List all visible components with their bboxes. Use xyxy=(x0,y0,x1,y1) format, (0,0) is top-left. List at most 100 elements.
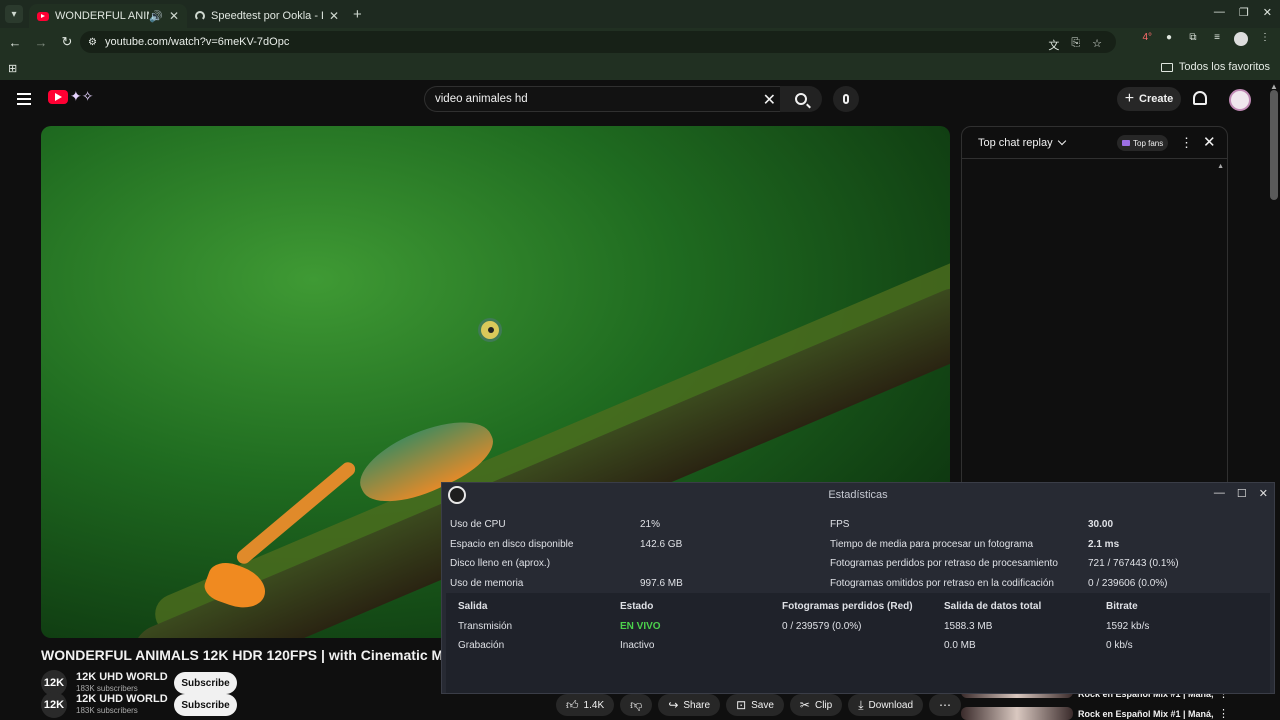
tab-title: Speedtest por Ookla - La xyxy=(211,10,323,22)
obs-stats-window: Estadísticas — ☐ ✕ Uso de CPU 21% FPS 30… xyxy=(441,482,1275,694)
output-total-data: 0.0 MB xyxy=(944,640,976,652)
chat-more-icon[interactable]: ⋮ xyxy=(1180,135,1193,151)
extension-icon[interactable]: ● xyxy=(1162,32,1176,46)
stat-value: 2.1 ms xyxy=(1088,538,1120,550)
chevron-down-icon[interactable] xyxy=(1057,136,1066,146)
minimize-icon[interactable]: — xyxy=(1214,487,1225,500)
close-window-icon[interactable]: ✕ xyxy=(1263,6,1272,19)
output-status: Inactivo xyxy=(620,640,655,652)
outputs-table: Salida Estado Fotogramas perdidos (Red) … xyxy=(446,593,1270,693)
stat-label: Fotogramas perdidos por retraso de proce… xyxy=(830,558,1058,570)
plus-icon: + xyxy=(1124,90,1135,107)
stats-row: Uso de CPU 21% FPS 30.00 xyxy=(450,515,1270,535)
tab-search-button[interactable]: ▾ xyxy=(5,5,23,23)
crown-icon xyxy=(1122,140,1130,146)
more-actions-button[interactable]: ⋯ xyxy=(929,694,962,716)
dislike-button[interactable]: 👎︎ xyxy=(620,694,653,716)
channel-name[interactable]: 12K UHD WORLD xyxy=(76,693,168,705)
search-icon xyxy=(795,93,807,105)
recommendation-thumbnail[interactable] xyxy=(961,707,1073,720)
like-button[interactable]: 👍︎ 1.4K xyxy=(556,694,615,716)
close-chat-icon[interactable]: ✕ xyxy=(1203,133,1216,151)
tab-speedtest[interactable]: Speedtest por Ookla - La ✕ xyxy=(187,4,347,28)
forward-icon[interactable]: → xyxy=(30,35,52,50)
share-icon: ↪ xyxy=(668,698,679,712)
chat-scroll-up-icon[interactable]: ▲ xyxy=(1217,163,1224,170)
top-fans-badge[interactable]: Top fans xyxy=(1117,135,1169,151)
youtube-logo[interactable] xyxy=(48,90,68,104)
chat-header: Top chat replay Top fans ⋮ ✕ xyxy=(962,127,1227,159)
apps-grid-icon[interactable]: ⊞ xyxy=(8,62,17,75)
voice-search-button[interactable] xyxy=(833,86,859,112)
menu-icon[interactable] xyxy=(17,93,31,105)
stat-value: 721 / 767443 (0.1%) xyxy=(1088,558,1179,570)
subscribe-button-sticky[interactable]: Subscribe xyxy=(174,694,237,716)
video-actions: 👍︎ 1.4K 👎︎ ↪ Share ⊡ Save ✂ Clip ⤓ Downl… xyxy=(556,694,962,716)
speedtest-favicon-icon xyxy=(195,11,205,21)
maximize-icon[interactable]: ☐ xyxy=(1237,487,1247,500)
stat-label: Fotogramas omitidos por retraso en la co… xyxy=(830,577,1054,589)
cast-icon[interactable]: ⎘ xyxy=(1071,37,1080,53)
site-info-icon[interactable]: ⚙ xyxy=(88,37,97,48)
reload-icon[interactable]: ↻ xyxy=(56,34,78,50)
obs-logo-icon xyxy=(448,486,466,504)
stats-grid: Uso de CPU 21% FPS 30.00 Espacio en disc… xyxy=(450,515,1270,593)
back-icon[interactable]: ← xyxy=(4,35,26,50)
clip-button[interactable]: ✂ Clip xyxy=(789,694,843,716)
page-scrollbar[interactable] xyxy=(1270,90,1278,200)
obs-window-controls: — ☐ ✕ xyxy=(1214,487,1268,500)
stat-label: FPS xyxy=(830,519,850,531)
stats-row: Uso de memoria 997.6 MB Fotogramas omiti… xyxy=(450,574,1270,594)
close-tab-icon[interactable]: ✕ xyxy=(169,9,179,23)
account-avatar[interactable] xyxy=(1229,89,1251,111)
close-tab-icon[interactable]: ✕ xyxy=(329,9,339,23)
stat-label: Espacio en disco disponible xyxy=(450,538,574,550)
more-icon: ⋯ xyxy=(939,698,952,712)
obs-titlebar: Estadísticas — ☐ ✕ xyxy=(442,483,1274,507)
all-bookmarks[interactable]: Todos los favoritos xyxy=(1160,61,1270,73)
toolbar: ← → ↻ ⚙ youtube.com/watch?v=6meKV-7dOpc … xyxy=(0,28,1280,56)
restore-icon[interactable]: ❐ xyxy=(1239,6,1249,19)
url-text: youtube.com/watch?v=6meKV-7dOpc xyxy=(104,36,290,48)
chat-mode-selector[interactable]: Top chat replay xyxy=(978,137,1053,149)
microphone-icon xyxy=(843,94,849,104)
bookmark-star-icon[interactable]: ☆ xyxy=(1092,37,1102,53)
notifications-bell-icon[interactable] xyxy=(1193,91,1207,105)
column-header: Fotogramas perdidos (Red) xyxy=(782,601,913,613)
media-control-icon[interactable]: ≡ xyxy=(1210,32,1224,46)
subscribe-button[interactable]: Subscribe xyxy=(174,672,237,694)
extensions-puzzle-icon[interactable]: ⧉ xyxy=(1186,32,1200,46)
close-icon[interactable]: ✕ xyxy=(1259,487,1268,500)
extension-badge[interactable]: 4° xyxy=(1142,32,1152,46)
output-dropped-frames: 0 / 239579 (0.0%) xyxy=(782,620,862,632)
recommendation-menu-icon[interactable]: ⋮ xyxy=(1218,707,1229,720)
address-bar[interactable]: ⚙ youtube.com/watch?v=6meKV-7dOpc 文 ⎘ ☆ xyxy=(80,31,1116,53)
download-button[interactable]: ⤓ Download xyxy=(848,694,924,716)
search-input[interactable]: video animales hd ✕ xyxy=(424,86,780,112)
profile-avatar-icon[interactable] xyxy=(1234,32,1248,46)
stat-label: Tiempo de media para procesar un fotogra… xyxy=(830,538,1034,550)
output-name: Grabación xyxy=(458,640,505,652)
channel-avatar[interactable]: 12K xyxy=(41,692,67,718)
new-tab-button[interactable]: + xyxy=(353,6,362,23)
save-button[interactable]: ⊡ Save xyxy=(726,694,784,716)
recommendation-title[interactable]: Rock en Español Mix #1 | Maná, xyxy=(1078,709,1214,719)
channel-name[interactable]: 12K UHD WORLD xyxy=(76,671,168,683)
browser-menu-icon[interactable]: ⋮ xyxy=(1258,32,1272,46)
tab-youtube[interactable]: WONDERFUL ANIMAL 🔊 ✕ xyxy=(29,4,187,28)
audio-icon[interactable]: 🔊 xyxy=(149,10,163,23)
doodle-icon[interactable]: ✦✧ xyxy=(70,88,93,105)
clear-search-icon[interactable]: ✕ xyxy=(763,90,776,110)
translate-icon[interactable]: 文 xyxy=(1048,37,1059,53)
download-icon: ⤓ xyxy=(858,697,864,712)
minimize-icon[interactable]: — xyxy=(1214,6,1225,19)
share-button[interactable]: ↪ Share xyxy=(658,694,721,716)
column-header: Salida xyxy=(458,601,488,613)
channel-info-sticky[interactable]: 12K 12K UHD WORLD 183K subscribers xyxy=(41,692,168,718)
obs-window-title: Estadísticas xyxy=(828,489,888,501)
search-button[interactable] xyxy=(780,86,822,112)
stat-label: Disco lleno en (aprox.) xyxy=(450,558,551,570)
create-button[interactable]: + Create xyxy=(1117,87,1181,111)
thumbs-down-icon: 👎︎ xyxy=(630,697,643,712)
bookmark-icon: ⊡ xyxy=(736,698,747,712)
